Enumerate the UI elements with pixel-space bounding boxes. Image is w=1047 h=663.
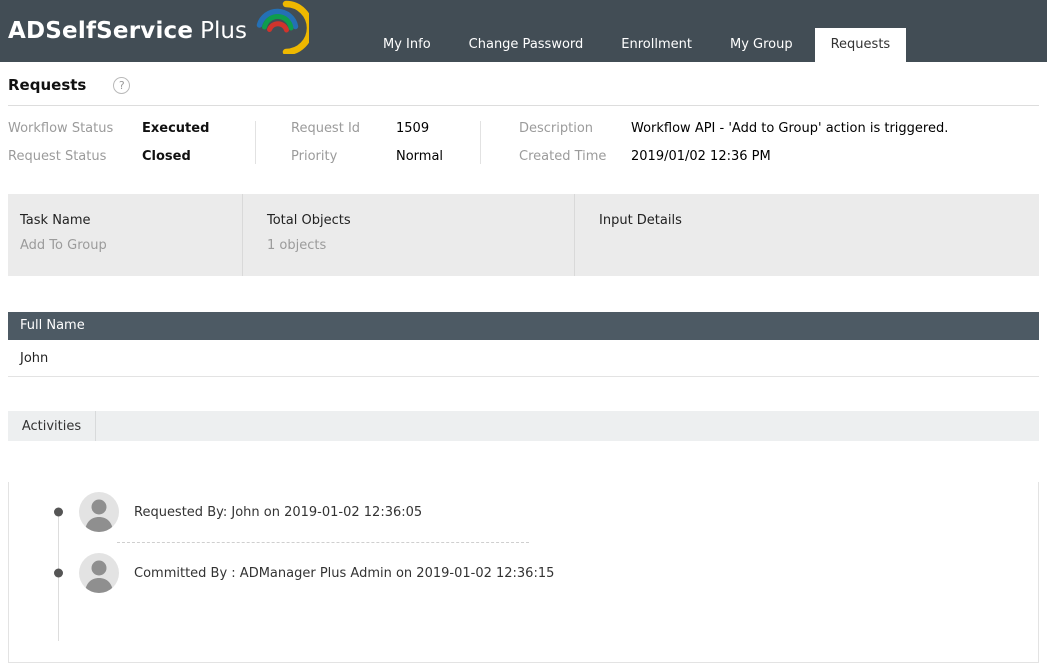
request-id-label: Request Id: [291, 121, 361, 136]
input-details-value: [599, 238, 1039, 254]
summary-column-id: Request Id 1509 Priority Normal: [255, 121, 480, 164]
user-avatar: [79, 553, 119, 593]
help-icon[interactable]: ?: [113, 76, 131, 94]
request-summary: Workflow Status Executed Request Status …: [8, 106, 1039, 182]
task-name-label: Task Name: [20, 213, 91, 228]
tab-requests[interactable]: Requests: [814, 28, 907, 62]
description-label: Description: [519, 121, 594, 136]
summary-column-description: Description Workflow API - 'Add to Group…: [480, 121, 1039, 164]
request-status-label: Request Status: [8, 149, 107, 164]
request-status-value: Closed: [142, 149, 191, 164]
summary-column-status: Workflow Status Executed Request Status …: [8, 121, 255, 164]
activity-text: Committed By : ADManager Plus Admin on 2…: [134, 565, 555, 581]
activities-tab-bar: Activities: [8, 411, 1039, 441]
priority-label: Priority: [291, 149, 338, 164]
table-row: John: [8, 340, 1039, 377]
activities-body: Requested By: John on 2019-01-02 12:36:0…: [8, 482, 1039, 663]
total-objects-label: Total Objects: [267, 213, 351, 228]
created-time-label: Created Time: [519, 149, 607, 164]
page-title: Requests: [8, 76, 87, 94]
workflow-status-label: Workflow Status: [8, 121, 114, 136]
activity-item-requested: Requested By: John on 2019-01-02 12:36:0…: [54, 482, 559, 542]
app-logo: ADSelfService Plus: [0, 0, 314, 62]
page-content: Requests ? Workflow Status Executed Requ…: [0, 62, 1047, 663]
objects-table: Full Name John: [8, 312, 1039, 377]
full-name-column-header: Full Name: [8, 312, 1039, 340]
page-title-row: Requests ?: [8, 62, 1039, 105]
tab-change-password[interactable]: Change Password: [453, 28, 600, 62]
total-objects-value: 1 objects: [267, 238, 327, 253]
activity-text: Requested By: John on 2019-01-02 12:36:0…: [134, 504, 423, 520]
request-id-value: 1509: [396, 121, 430, 136]
tab-activities[interactable]: Activities: [8, 411, 96, 441]
tab-enrollment[interactable]: Enrollment: [605, 28, 708, 62]
task-name-value: Add To Group: [20, 238, 107, 253]
input-details-label: Input Details: [599, 213, 682, 228]
brand-name-bold: ADSelfService: [8, 18, 194, 44]
tab-my-info[interactable]: My Info: [367, 28, 447, 62]
task-name-column: Task Name Add To Group: [8, 194, 243, 276]
total-objects-column: Total Objects 1 objects: [243, 194, 575, 276]
app-header: ADSelfService Plus My Info Change Passwo…: [0, 0, 1047, 62]
created-time-value: 2019/01/02 12:36 PM: [631, 149, 771, 164]
brand-name-light: Plus: [200, 18, 247, 44]
description-value: Workflow API - 'Add to Group' action is …: [631, 121, 949, 136]
workflow-status-value: Executed: [142, 121, 210, 136]
priority-value: Normal: [396, 149, 444, 164]
task-panel: Task Name Add To Group Total Objects 1 o…: [8, 194, 1039, 276]
brand-swoosh-icon: [249, 0, 314, 58]
main-nav: My Info Change Password Enrollment My Gr…: [367, 0, 912, 62]
tab-my-group[interactable]: My Group: [714, 28, 809, 62]
user-avatar: [79, 492, 119, 532]
timeline-bullet: [54, 568, 63, 578]
activity-item-committed: Committed By : ADManager Plus Admin on 2…: [54, 543, 559, 603]
activities-section: Activities Requested By: John on 2019-01…: [8, 411, 1039, 663]
input-details-column: Input Details: [575, 194, 1039, 276]
timeline-bullet: [54, 507, 63, 517]
